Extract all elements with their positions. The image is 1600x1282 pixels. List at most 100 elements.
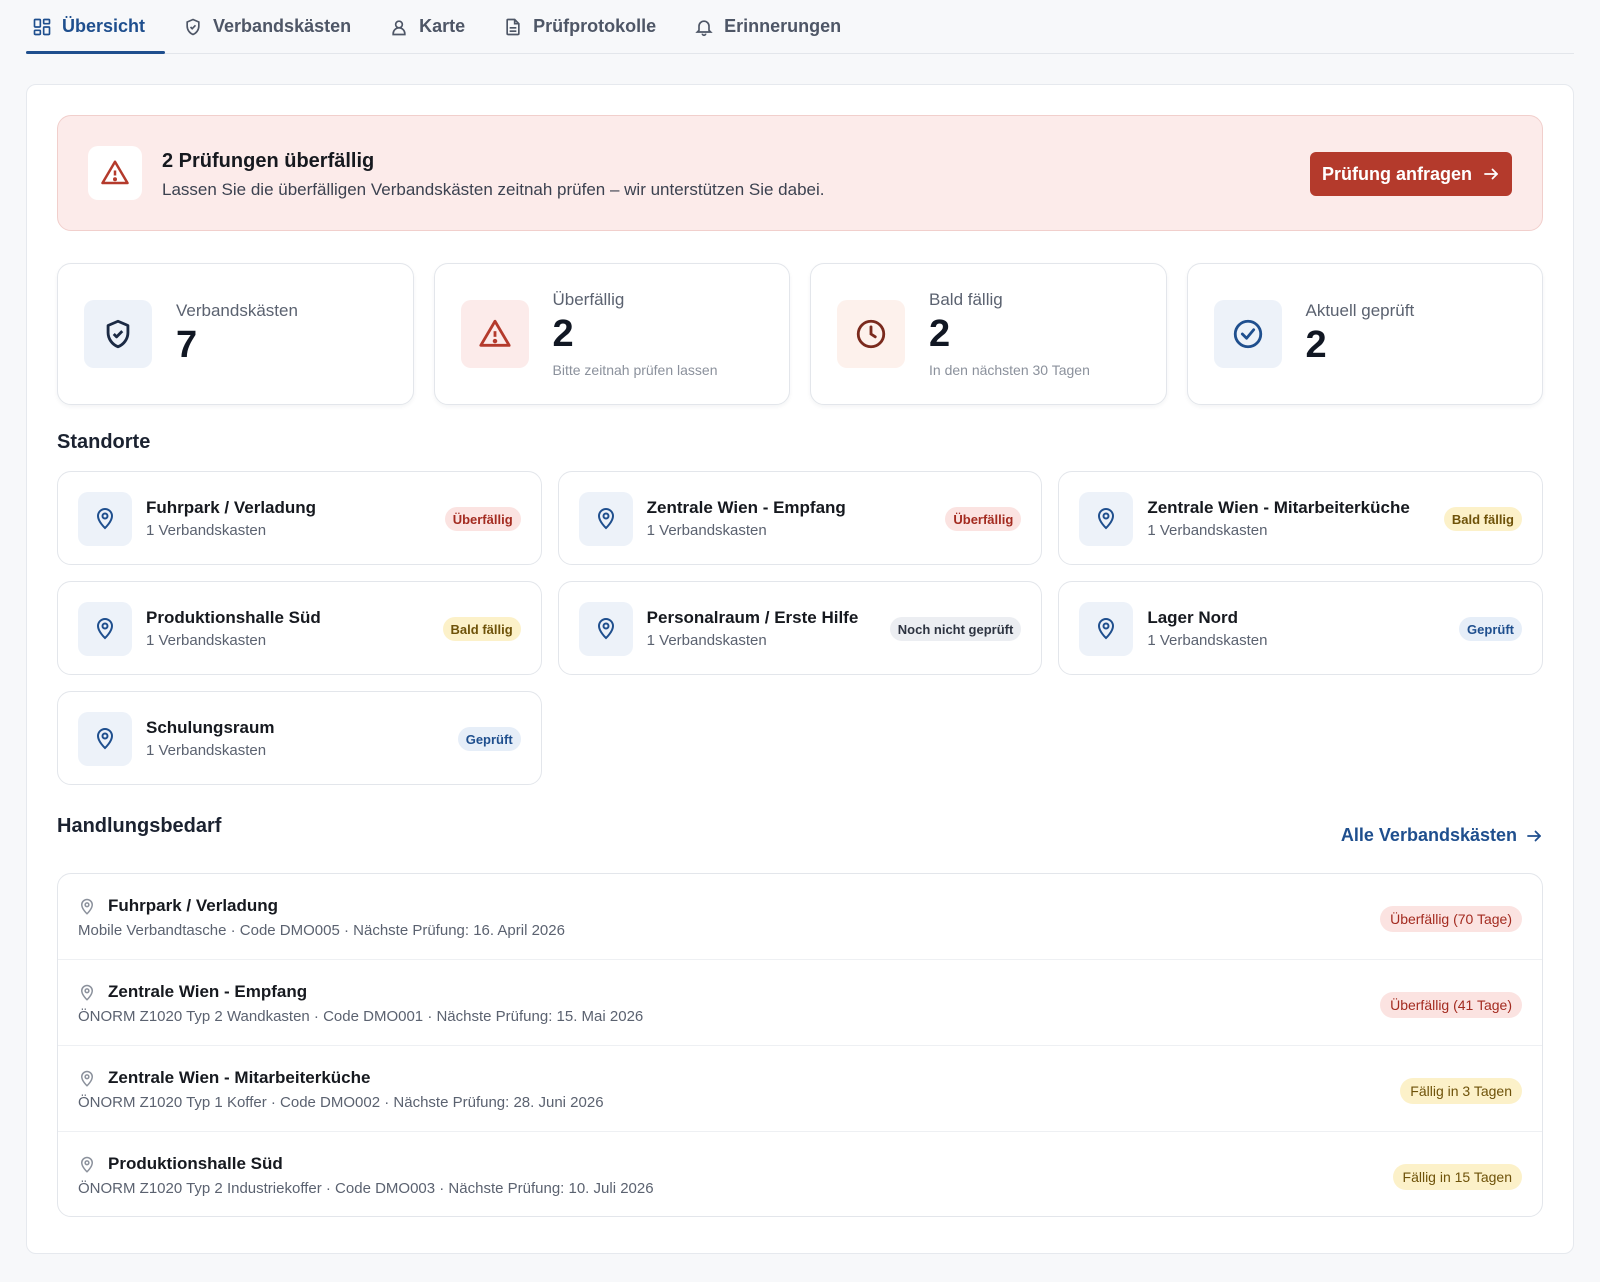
location-card[interactable]: Fuhrpark / Verladung 1 Verbandskasten Üb… [57, 471, 542, 565]
list-item[interactable]: Produktionshalle Süd ÖNORM Z1020 Typ 2 I… [58, 1132, 1542, 1216]
location-card[interactable]: Lager Nord 1 Verbandskasten Geprüft [1058, 581, 1543, 675]
tab-inspection-logs[interactable]: Prüfprotokolle [497, 0, 676, 53]
stat-card-due-soon: Bald fällig 2 In den nächsten 30 Tagen [810, 263, 1167, 405]
location-card[interactable]: Zentrale Wien - Mitarbeiterküche 1 Verba… [1058, 471, 1543, 565]
stat-value: 2 [552, 313, 574, 355]
map-pin-icon [80, 898, 94, 915]
map-pin-icon [80, 1070, 94, 1087]
main-tabs: Übersicht Verbandskästen Karte Prüfproto… [26, 0, 1574, 54]
shield-icon [186, 18, 200, 35]
location-name: Zentrale Wien - Mitarbeiterküche [1147, 498, 1410, 517]
location-icon-container [1079, 602, 1134, 656]
action-list: Fuhrpark / Verladung Mobile Verbandtasch… [57, 873, 1543, 1217]
item-meta: Mobile Verbandtasche · Code DMO005 · Näc… [78, 922, 565, 939]
tab-map[interactable]: Karte [383, 0, 485, 53]
stat-label: Bald fällig [929, 290, 1003, 309]
status-badge: Überfällig [945, 507, 1022, 531]
location-count: 1 Verbandskasten [146, 632, 267, 649]
location-count: 1 Verbandskasten [146, 522, 267, 539]
location-count: 1 Verbandskasten [1147, 522, 1268, 539]
button-label: Prüfung anfragen [1321, 163, 1472, 184]
stat-text: Überfällig 2 Bitte zeitnah prüfen lassen [553, 264, 718, 404]
location-name: Schulungsraum [146, 718, 275, 737]
list-item[interactable]: Zentrale Wien - Mitarbeiterküche ÖNORM Z… [58, 1046, 1542, 1132]
location-card[interactable]: Personalraum / Erste Hilfe 1 Verbandskas… [557, 581, 1043, 675]
tab-overview[interactable]: Übersicht [26, 0, 166, 54]
list-item[interactable]: Zentrale Wien - Empfang ÖNORM Z1020 Typ … [58, 960, 1542, 1046]
location-name: Zentrale Wien - Empfang [646, 498, 846, 517]
item-title: Produktionshalle Süd [108, 1154, 283, 1173]
check-circle-icon [1233, 319, 1262, 349]
stat-value: 2 [1305, 324, 1327, 366]
location-card[interactable]: Schulungsraum 1 Verbandskasten Geprüft [57, 691, 542, 785]
arrow-right-icon [1527, 830, 1541, 841]
arrow-right-icon [1484, 168, 1498, 180]
stat-card-checked: Aktuell geprüft 2 [1186, 263, 1543, 405]
map-pin-icon [96, 728, 114, 750]
document-icon [506, 18, 520, 35]
location-count: 1 Verbandskasten [646, 632, 767, 649]
map-pin-icon [1098, 508, 1115, 530]
item-title: Zentrale Wien - Mitarbeiterküche [108, 1068, 371, 1087]
location-count: 1 Verbandskasten [146, 742, 267, 759]
stat-text: Verbandskästen 7 [176, 264, 298, 404]
stat-icon-container [460, 300, 529, 368]
list-item[interactable]: Fuhrpark / Verladung Mobile Verbandtasch… [58, 874, 1542, 960]
status-badge: Überfällig [444, 507, 521, 531]
location-icon-container [578, 492, 633, 546]
stat-icon-container [84, 300, 152, 368]
status-badge: Geprüft [457, 727, 521, 751]
stat-label: Überfällig [552, 290, 625, 309]
warning-icon [478, 319, 511, 347]
tab-first-aid-kits[interactable]: Verbandskästen [177, 0, 371, 53]
link-label: Alle Verbandskästen [1340, 825, 1517, 845]
location-count: 1 Verbandskasten [646, 522, 767, 539]
location-icon-container [1079, 492, 1134, 546]
stat-text: Aktuell geprüft 2 [1306, 264, 1415, 404]
stat-value: 7 [176, 324, 198, 366]
map-pin-icon [80, 984, 94, 1001]
tab-reminders[interactable]: Erinnerungen [688, 0, 861, 53]
item-title: Fuhrpark / Verladung [108, 896, 279, 915]
user-pin-icon [392, 19, 406, 35]
location-card[interactable]: Zentrale Wien - Empfang 1 Verbandskasten… [557, 471, 1043, 565]
tab-label: Karte [419, 16, 466, 36]
overview-panel: 2 Prüfungen überfällig Lassen Sie die üb… [26, 84, 1574, 1254]
alert-icon-container [88, 146, 142, 200]
item-meta: ÖNORM Z1020 Typ 2 Wandkasten · Code DMO0… [78, 1008, 644, 1025]
shield-check-icon [106, 319, 130, 349]
map-pin-icon [597, 618, 614, 640]
stat-subtext: In den nächsten 30 Tagen [929, 362, 1090, 378]
location-icon-container [78, 602, 132, 656]
location-name: Personalraum / Erste Hilfe [646, 608, 859, 627]
stat-card-kits: Verbandskästen 7 [57, 263, 414, 405]
location-name: Fuhrpark / Verladung [146, 498, 317, 517]
location-card[interactable]: Produktionshalle Süd 1 Verbandskasten Ba… [57, 581, 542, 675]
location-icon-container [78, 492, 132, 546]
tab-label: Prüfprotokolle [533, 16, 657, 36]
status-badge: Überfällig (41 Tage) [1380, 992, 1522, 1018]
stat-text: Bald fällig 2 In den nächsten 30 Tagen [929, 264, 1090, 404]
overdue-alert: 2 Prüfungen überfällig Lassen Sie die üb… [57, 115, 1543, 231]
location-name: Produktionshalle Süd [146, 608, 321, 627]
locations-grid: Fuhrpark / Verladung 1 Verbandskasten Üb… [57, 471, 1543, 785]
bell-icon [695, 19, 713, 36]
request-inspection-button[interactable]: Prüfung anfragen [1310, 152, 1512, 196]
all-kits-link[interactable]: Alle Verbandskästen [1341, 825, 1543, 846]
map-pin-icon [96, 618, 114, 640]
stat-label: Verbandskästen [176, 301, 298, 320]
status-badge: Geprüft [1459, 617, 1522, 641]
status-badge: Überfällig (70 Tage) [1380, 906, 1522, 932]
stat-label: Aktuell geprüft [1305, 301, 1415, 320]
location-count: 1 Verbandskasten [1147, 632, 1268, 649]
tab-label: Verbandskästen [213, 16, 352, 36]
stat-value: 2 [929, 313, 951, 355]
status-badge: Fällig in 3 Tagen [1400, 1078, 1522, 1104]
stat-subtext: Bitte zeitnah prüfen lassen [552, 362, 718, 378]
clock-icon [856, 319, 886, 349]
dashboard-icon [33, 18, 51, 35]
item-title: Zentrale Wien - Empfang [108, 982, 308, 1001]
map-pin-icon [1098, 618, 1115, 640]
tab-label: Übersicht [62, 16, 146, 36]
stat-icon-container [1213, 300, 1282, 368]
